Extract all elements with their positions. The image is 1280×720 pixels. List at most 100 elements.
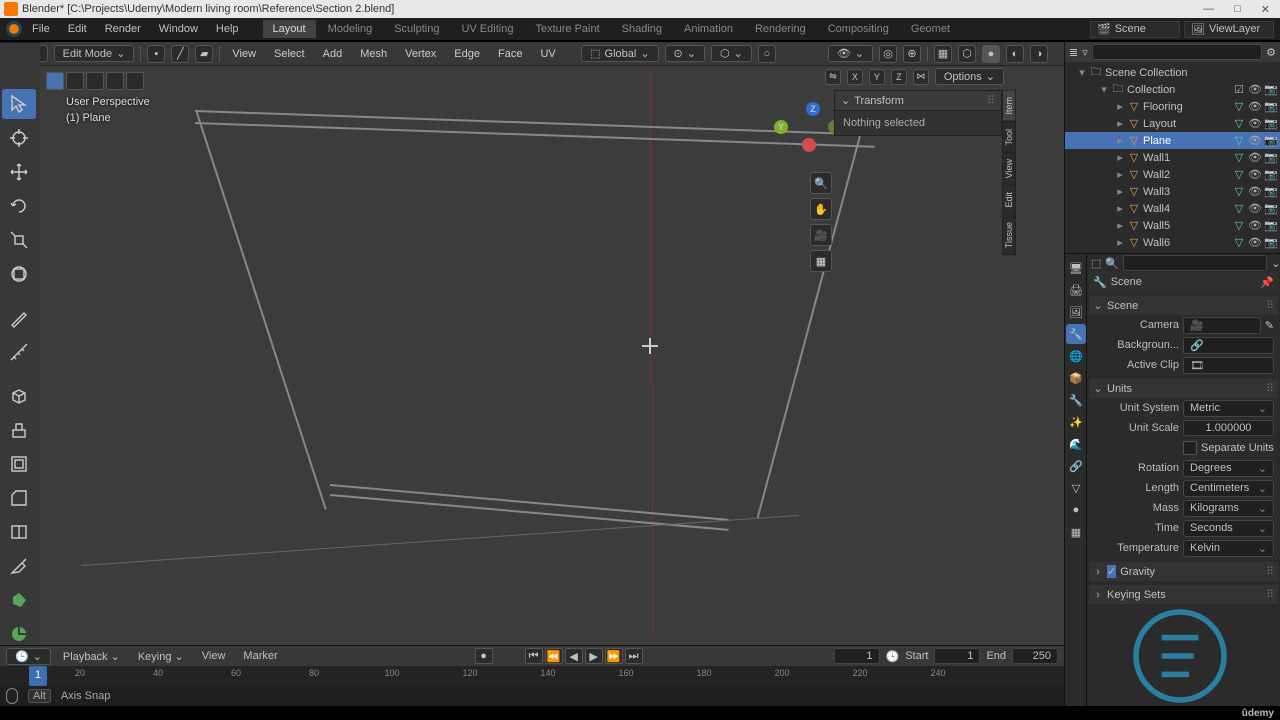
- tool-select-box[interactable]: [2, 89, 36, 119]
- end-frame-field[interactable]: 250: [1012, 648, 1058, 664]
- playhead[interactable]: 1: [29, 666, 47, 686]
- workspace-tab-texturepaint[interactable]: Texture Paint: [525, 20, 609, 38]
- eyedropper-icon[interactable]: ✎: [1265, 319, 1274, 332]
- eye-icon[interactable]: 👁: [1248, 134, 1262, 148]
- mesh-data-icon[interactable]: ▽: [1232, 168, 1246, 182]
- unit-system-selector[interactable]: Metric: [1183, 400, 1274, 417]
- tool-rotate[interactable]: [2, 191, 36, 221]
- menu-render[interactable]: Render: [97, 21, 149, 37]
- panel-keyingsets[interactable]: › Keying Sets ⠿: [1089, 585, 1278, 604]
- window-close-button[interactable]: ✕: [1255, 3, 1276, 16]
- viewport-options-dropdown[interactable]: Options⌄: [935, 68, 1004, 85]
- tool-inset[interactable]: [2, 449, 36, 479]
- prop-tab-render[interactable]: 🖥: [1066, 258, 1086, 278]
- prop-tab-scene[interactable]: 🔧: [1066, 324, 1086, 344]
- workspace-tab-geometry[interactable]: Geomet: [901, 20, 960, 38]
- disclosure-icon[interactable]: ▸: [1115, 185, 1125, 198]
- tool-extrude[interactable]: [2, 415, 36, 445]
- tool-knife[interactable]: [2, 551, 36, 581]
- disclosure-icon[interactable]: ▸: [1115, 117, 1125, 130]
- viewlayer-selector[interactable]: 🖼 ViewLayer: [1184, 21, 1274, 38]
- tree-item[interactable]: ▸▽Flooring▽👁📷: [1065, 98, 1280, 115]
- tool-add-cube[interactable]: [2, 381, 36, 411]
- activeclip-selector[interactable]: 🎞: [1183, 357, 1274, 374]
- tree-scene-collection[interactable]: ▾ 🗀 Scene Collection: [1065, 64, 1280, 81]
- outliner-editor-icon[interactable]: ≣: [1069, 46, 1078, 59]
- timeline-menu-keying[interactable]: Keying ⌄: [132, 648, 190, 665]
- axis-x-button[interactable]: X: [847, 69, 863, 85]
- prop-tab-particles[interactable]: ✨: [1066, 412, 1086, 432]
- menu-edit[interactable]: Edit: [60, 21, 95, 37]
- eye-icon[interactable]: 👁: [1248, 151, 1262, 165]
- menu-help[interactable]: Help: [208, 21, 247, 37]
- jump-end-button[interactable]: ⏭: [625, 648, 643, 664]
- panel-menu-icon[interactable]: ⠿: [987, 94, 995, 107]
- workspace-tab-animation[interactable]: Animation: [674, 20, 743, 38]
- tree-collection[interactable]: ▾ 🗀 Collection ☑ 👁 📷: [1065, 81, 1280, 98]
- panel-menu-icon[interactable]: ⠿: [1266, 588, 1274, 601]
- gizmo-y-axis[interactable]: Y: [774, 120, 788, 134]
- camera-selector[interactable]: 🎥: [1183, 317, 1261, 334]
- mesh-data-icon[interactable]: ▽: [1232, 134, 1246, 148]
- properties-search-input[interactable]: [1123, 255, 1267, 271]
- rotation-selector[interactable]: Degrees: [1183, 460, 1274, 477]
- mesh-data-icon[interactable]: ▽: [1232, 100, 1246, 114]
- disclosure-icon[interactable]: ▾: [1099, 83, 1109, 96]
- outliner-filter-icon[interactable]: ⚙: [1266, 46, 1276, 59]
- tree-item[interactable]: ▸▽Wall3▽👁📷: [1065, 183, 1280, 200]
- tree-item[interactable]: ▸▽Plane▽👁📷: [1065, 132, 1280, 149]
- zoom-icon[interactable]: 🔍: [810, 172, 832, 194]
- axis-z-button[interactable]: Z: [891, 69, 907, 85]
- panel-gravity[interactable]: › ✓ Gravity ⠿: [1089, 562, 1278, 581]
- timeline-menu-view[interactable]: View: [196, 648, 232, 664]
- mesh-data-icon[interactable]: ▽: [1232, 151, 1246, 165]
- prop-tab-modifiers[interactable]: 🔧: [1066, 390, 1086, 410]
- disclosure-icon[interactable]: ▸: [1115, 168, 1125, 181]
- temperature-selector[interactable]: Kelvin: [1183, 540, 1274, 557]
- eye-icon[interactable]: 👁: [1248, 117, 1262, 131]
- prop-tab-viewlayer[interactable]: 🖼: [1066, 302, 1086, 322]
- ntab-edit[interactable]: Edit: [1002, 185, 1016, 215]
- tree-item[interactable]: ▸▽Wall4▽👁📷: [1065, 200, 1280, 217]
- eye-icon[interactable]: 👁: [1248, 185, 1262, 199]
- gizmo-z-axis[interactable]: Z: [806, 102, 820, 116]
- scene-selector[interactable]: 🎬 Scene: [1090, 21, 1180, 38]
- workspace-tab-shading[interactable]: Shading: [612, 20, 672, 38]
- camera-icon[interactable]: 📷: [1264, 185, 1278, 199]
- nav-gizmo[interactable]: Z Y: [774, 102, 834, 162]
- camera-icon[interactable]: 📷: [1264, 168, 1278, 182]
- eye-icon[interactable]: 👁: [1248, 83, 1262, 97]
- camera-icon[interactable]: 📷: [1264, 134, 1278, 148]
- 3d-viewport[interactable]: ⬚⌄ Edit Mode⌄ ▪ ╱ ▰ View Select Add Mesh…: [40, 42, 1064, 720]
- menu-file[interactable]: File: [24, 21, 58, 37]
- camera-icon[interactable]: 📷: [1264, 202, 1278, 216]
- mesh-data-icon[interactable]: ▽: [1232, 185, 1246, 199]
- mesh-data-icon[interactable]: ▽: [1232, 202, 1246, 216]
- jump-start-button[interactable]: ⏮: [525, 648, 543, 664]
- camera-icon[interactable]: 📷: [1264, 117, 1278, 131]
- current-frame-field[interactable]: 1: [834, 648, 880, 664]
- camera-icon[interactable]: 📷: [1264, 151, 1278, 165]
- timeline-menu-playback[interactable]: Playback ⌄: [57, 648, 126, 665]
- timeline-ruler[interactable]: 1 20406080100120140160180200220240: [0, 666, 1064, 686]
- prop-tab-physics[interactable]: 🌊: [1066, 434, 1086, 454]
- disclosure-icon[interactable]: ▸: [1115, 100, 1125, 113]
- eye-icon[interactable]: 👁: [1248, 219, 1262, 233]
- camera-icon[interactable]: 📷: [1264, 219, 1278, 233]
- tool-move[interactable]: [2, 157, 36, 187]
- panel-menu-icon[interactable]: ⠿: [1266, 382, 1274, 395]
- gizmo-x-axis[interactable]: [802, 138, 816, 152]
- tool-transform[interactable]: [2, 259, 36, 289]
- axis-y-button[interactable]: Y: [869, 69, 885, 85]
- camera-view-icon[interactable]: 🎥: [810, 224, 832, 246]
- prop-tab-data[interactable]: ▽: [1066, 478, 1086, 498]
- tool-loopcut[interactable]: [2, 517, 36, 547]
- perspective-toggle-icon[interactable]: ▦: [810, 250, 832, 272]
- gravity-checkbox[interactable]: ✓: [1107, 565, 1116, 578]
- panel-units[interactable]: ⌄ Units ⠿: [1089, 379, 1278, 398]
- tool-bevel[interactable]: [2, 483, 36, 513]
- disclosure-icon[interactable]: ▸: [1115, 151, 1125, 164]
- mesh-data-icon[interactable]: ▽: [1232, 117, 1246, 131]
- panel-scene[interactable]: ⌄ Scene ⠿: [1089, 296, 1278, 315]
- play-reverse-button[interactable]: ◀: [565, 648, 583, 664]
